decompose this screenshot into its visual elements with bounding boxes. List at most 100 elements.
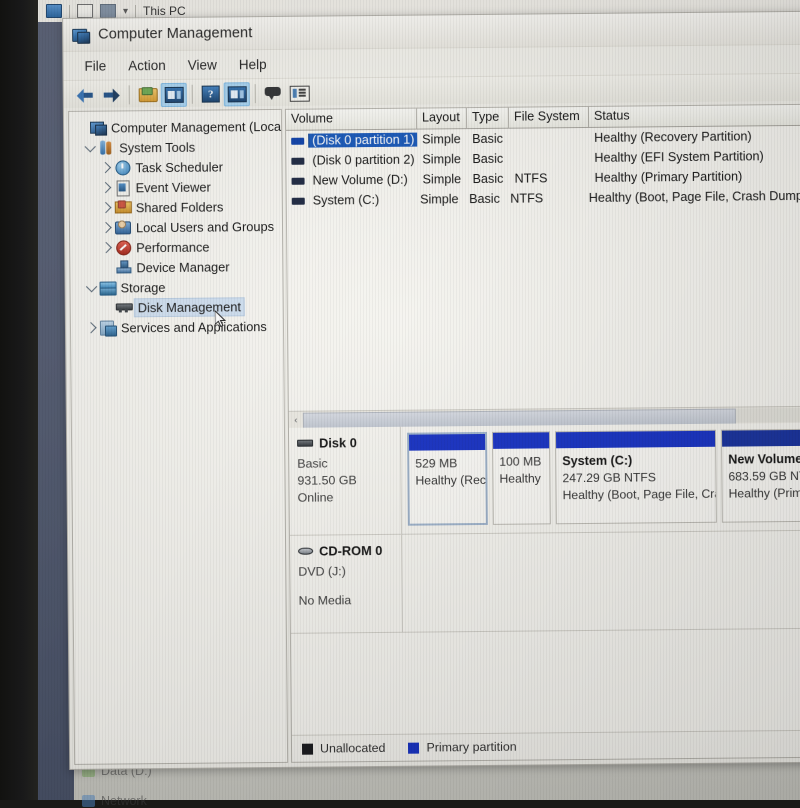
tree-item-storage[interactable]: Storage [74, 276, 282, 298]
tree-item-disk-management[interactable]: Disk Management [75, 296, 283, 318]
event-viewer-icon [115, 180, 131, 194]
menu-action[interactable]: Action [117, 54, 177, 76]
explorer-item-network[interactable]: Network [82, 794, 147, 808]
column-header-type[interactable]: Type [467, 108, 509, 128]
disk-graphical-view[interactable]: Disk 0 Basic 931.50 GB Online [289, 423, 800, 762]
tree-item-label: Shared Folders [136, 199, 224, 215]
legend-label-unallocated: Unallocated [320, 741, 386, 756]
volume-list[interactable]: Volume Layout Type File System Status (D… [286, 105, 800, 428]
expander-right-icon[interactable] [100, 201, 113, 214]
explorer-item-label: Network [101, 794, 147, 808]
pc-icon [46, 4, 62, 18]
cell-file-system [509, 158, 589, 159]
tree-item-event-viewer[interactable]: Event Viewer [74, 176, 282, 198]
chevron-down-icon[interactable]: ▾ [123, 6, 128, 17]
divider [69, 5, 70, 18]
tree-item-label: Performance [136, 239, 209, 255]
partition-status: Healthy [499, 470, 543, 487]
expander[interactable] [75, 121, 88, 134]
tree-item-performance[interactable]: Performance [74, 236, 282, 258]
cell-status: Healthy (Primary Partition) [589, 169, 800, 185]
cell-volume: New Volume (D:) [310, 173, 411, 188]
scroll-left-icon[interactable]: ‹ [289, 412, 303, 427]
disk-type: Basic [297, 455, 400, 473]
expander [100, 261, 113, 274]
partition-color-bar [409, 434, 485, 451]
menu-view[interactable]: View [177, 54, 228, 75]
computer-management-window[interactable]: Computer Management File Action View Hel… [62, 11, 800, 770]
cell-volume: System (C:) [310, 193, 383, 208]
help-button[interactable]: ? [198, 82, 224, 106]
forward-button[interactable] [98, 83, 124, 107]
disk-info-panel[interactable]: CD-ROM 0 DVD (J:) No Media [290, 535, 403, 633]
cell-volume: (Disk 0 partition 2) [309, 153, 417, 168]
cell-file-system [509, 138, 589, 139]
tree-item-system-tools[interactable]: System Tools [73, 136, 281, 158]
cell-type: Basic [467, 132, 509, 146]
menu-file[interactable]: File [73, 55, 117, 76]
task-scheduler-icon [114, 160, 130, 174]
folder-up-icon [139, 87, 157, 102]
partition-block[interactable]: New Volume ( 683.59 GB NTFS Healthy (Pri… [721, 429, 800, 523]
computer-management-icon [72, 27, 89, 42]
legend: Unallocated Primary partition [292, 730, 800, 762]
column-header-status[interactable]: Status [589, 105, 800, 127]
show-hide-console-tree-button[interactable] [161, 82, 187, 106]
properties-icon[interactable] [100, 4, 116, 18]
menu-help[interactable]: Help [228, 53, 278, 74]
expander-right-icon[interactable] [100, 221, 113, 234]
expander-right-icon[interactable] [99, 161, 112, 174]
details-list-icon [290, 85, 310, 101]
expander-right-icon[interactable] [100, 181, 113, 194]
disk-management-pane: Volume Layout Type File System Status (D… [285, 104, 800, 763]
disk-info-panel[interactable]: Disk 0 Basic 931.50 GB Online [289, 427, 402, 535]
console-tree-pane[interactable]: Computer Management (Local) System Tools… [68, 109, 288, 765]
partition-color-bar [722, 430, 800, 447]
expander-right-icon[interactable] [100, 241, 113, 254]
cdrom-drive-letter: DVD (J:) [298, 563, 401, 581]
partition-color-badge [291, 157, 304, 164]
up-one-level-button[interactable] [135, 83, 161, 107]
storage-icon [100, 280, 116, 294]
partition-color-badge [291, 137, 304, 144]
partition-block[interactable]: 100 MB Healthy [492, 431, 551, 525]
expander-right-icon[interactable] [85, 321, 98, 334]
tree-item-shared-folders[interactable]: Shared Folders [74, 196, 282, 218]
expander-down-icon[interactable] [85, 281, 98, 294]
tree-item-label: System Tools [119, 139, 195, 155]
back-button[interactable] [72, 83, 98, 107]
partition-color-badge [292, 177, 305, 184]
divider [192, 85, 193, 104]
tree-item-services-and-applications[interactable]: Services and Applications [75, 316, 283, 338]
properties-button[interactable] [261, 81, 287, 105]
tree-item-label: Task Scheduler [135, 159, 223, 175]
partition-strip [402, 531, 800, 632]
column-header-volume[interactable]: Volume [286, 109, 417, 130]
expander-down-icon[interactable] [83, 141, 96, 154]
console-tree[interactable]: Computer Management (Local) System Tools… [69, 110, 283, 338]
disk-row[interactable]: Disk 0 Basic 931.50 GB Online [289, 423, 800, 536]
partition-block[interactable]: 529 MB Healthy (Rec [407, 432, 488, 526]
show-hide-action-pane-button[interactable] [224, 82, 250, 106]
partition-block[interactable]: System (C:) 247.29 GB NTFS Healthy (Boot… [555, 430, 717, 525]
partition-body: New Volume ( 683.59 GB NTFS Healthy (Pri… [722, 446, 800, 503]
details-view-button[interactable] [287, 81, 313, 105]
disk-management-icon [116, 300, 132, 314]
table-row[interactable]: System (C:) Simple Basic NTFS Healthy (B… [287, 186, 800, 211]
tree-item-root[interactable]: Computer Management (Local) [73, 116, 281, 138]
disk-row[interactable]: CD-ROM 0 DVD (J:) No Media [290, 531, 800, 634]
tree-item-task-scheduler[interactable]: Task Scheduler [73, 156, 281, 178]
tree-item-device-manager[interactable]: Device Manager [74, 256, 282, 278]
column-header-file-system[interactable]: File System [509, 107, 589, 128]
tree-item-label: Disk Management [135, 298, 244, 316]
action-pane-icon [227, 86, 246, 102]
column-header-layout[interactable]: Layout [417, 108, 467, 128]
screen-bezel [0, 0, 38, 800]
tree-item-local-users-and-groups[interactable]: Local Users and Groups [74, 216, 282, 238]
partition-body: 100 MB Healthy [493, 448, 549, 488]
save-icon[interactable] [77, 4, 93, 18]
partition-size: 529 MB [415, 455, 479, 473]
tree-item-label: Computer Management (Local) [111, 118, 288, 135]
cell-layout: Simple [415, 192, 464, 206]
partition-size: 683.59 GB NTFS [728, 468, 800, 486]
